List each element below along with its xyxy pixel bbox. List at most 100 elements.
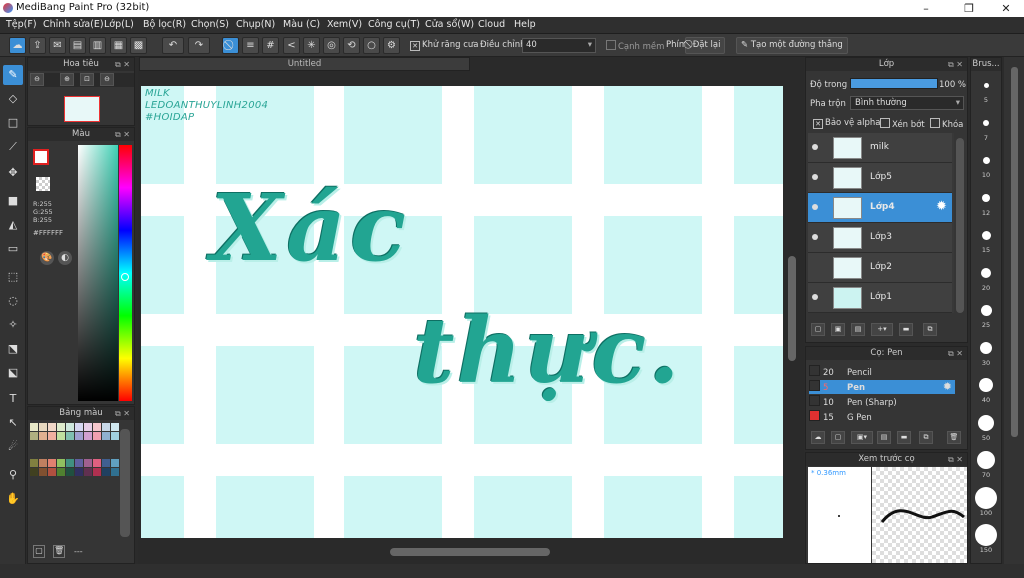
zoom-in-icon[interactable]: ⊕ [60,73,74,86]
brush-item-g-pen[interactable]: 15 G Pen [809,410,955,424]
document-tab[interactable]: Untitled [139,57,470,71]
vertical-scrollbar[interactable] [785,86,799,538]
new-8bit-layer-icon[interactable]: ▤ [851,323,865,336]
line-tool-icon[interactable]: ⟋ [3,137,23,157]
brush-item-pen[interactable]: 5 Pen ✹ [809,380,955,394]
new-swatch-icon[interactable]: ▢ [33,545,45,558]
color-swatch[interactable] [102,468,110,476]
color-swatch[interactable] [39,459,47,467]
menu-help[interactable]: Help [514,19,536,30]
foreground-color-swatch[interactable] [33,149,49,165]
eye-icon[interactable] [812,234,818,240]
eye-icon[interactable] [812,294,818,300]
brush-size-item[interactable]: 15 [971,224,1001,254]
color-swatch[interactable] [57,459,65,467]
restore-button[interactable]: ❐ [955,0,983,17]
menu-view[interactable]: Xem(V) [327,19,362,30]
color-swatch[interactable] [30,468,38,476]
right-scroll-thumb[interactable] [1011,67,1018,437]
select-tool-icon[interactable]: ⬚ [3,267,23,287]
ellipse-snap-icon[interactable]: ○ [363,37,380,54]
layer-row-5[interactable]: Lớp5 [808,163,952,193]
brush-item-pen-sharp[interactable]: 10 Pen (Sharp) [809,395,955,409]
eyedropper-tool-icon[interactable]: ⚲ [3,465,23,485]
color-swatch[interactable] [102,459,110,467]
move-tool-icon[interactable]: ✥ [3,163,23,183]
color-swatch[interactable] [93,459,101,467]
redo-icon[interactable]: ↷ [188,37,210,54]
color-swatch[interactable] [39,423,47,431]
background-color-swatch[interactable] [36,177,50,191]
folder-icon[interactable]: ▬ [897,431,911,444]
magic-wand-tool-icon[interactable]: ✧ [3,315,23,335]
horizontal-scrollbar[interactable] [141,545,783,559]
vertical-scroll-thumb[interactable] [788,256,796,361]
undock-icon[interactable]: ⧉ ✕ [115,128,130,141]
brush-size-item[interactable]: 5 [971,74,1001,104]
color-swatch[interactable] [48,423,56,431]
color-wheel-icon[interactable]: ◐ [58,251,72,265]
color-swatch[interactable] [66,459,74,467]
cross-snap-icon[interactable]: # [262,37,279,54]
duplicate-brush-icon[interactable]: ⧉ [919,431,933,444]
undock-icon[interactable]: ⧉ ✕ [115,58,130,71]
brush-size-item[interactable]: 100 [971,486,1001,517]
color-swatch[interactable] [48,432,56,440]
brush-size-item[interactable]: 25 [971,299,1001,329]
radial-snap-icon[interactable]: ✳ [303,37,320,54]
menu-window[interactable]: Cửa sổ(W) [425,19,474,30]
horizontal-scroll-thumb[interactable] [390,548,550,556]
storyboard-icon[interactable]: ▦ [110,37,127,54]
fill-rectangle-tool-icon[interactable]: ■ [3,191,23,211]
brush-item-pencil[interactable]: 20 Pencil [809,365,955,379]
lock-checkbox[interactable]: Khóa [930,118,963,130]
gear-icon[interactable]: ✹ [936,199,947,214]
menu-snap[interactable]: Chụp(N) [236,19,275,30]
clip-checkbox[interactable]: Xén bớt [880,118,925,130]
text-tool-icon[interactable]: T [3,389,23,409]
hand-tool-icon[interactable]: ✋ [3,489,23,509]
make-line-button[interactable]: ✎ Tạo một đường thẳng [736,37,848,54]
new-brush-icon[interactable]: ▢ [831,431,845,444]
trash-icon[interactable]: 🗑 [947,431,961,444]
color-swatch[interactable] [39,468,47,476]
select-pen-tool-icon[interactable]: ⬔ [3,339,23,359]
brush-size-item[interactable]: 20 [971,262,1001,292]
color-swatch[interactable] [84,432,92,440]
folder-icon[interactable]: ▬ [899,323,913,336]
layer-row-4[interactable]: Lớp4 ✹ [808,193,952,223]
menu-tools[interactable]: Công cụ(T) [368,19,420,30]
bucket-tool-icon[interactable]: ◭ [3,215,23,235]
menu-edit[interactable]: Chỉnh sửa(E) [43,19,104,30]
soft-edge-checkbox[interactable]: Cạnh mềm [606,40,664,52]
color-swatch[interactable] [66,423,74,431]
trash-icon[interactable]: 🗑 [53,545,65,558]
brush-size-item[interactable]: 10 [971,149,1001,179]
cloud-sync-icon[interactable]: ☁ [9,37,26,54]
color-swatch[interactable] [75,459,83,467]
duplicate-layer-icon[interactable]: ⧉ [923,323,937,336]
brush-size-item[interactable]: 70 [971,449,1001,479]
color-swatch[interactable] [57,432,65,440]
brush-size-item[interactable]: 30 [971,337,1001,367]
color-swatch[interactable] [30,459,38,467]
blur-tool-icon[interactable]: ☄ [3,437,23,457]
undo-icon[interactable]: ↶ [162,37,184,54]
brush-settings-icon[interactable]: ▤ [877,431,891,444]
zoom-out-icon[interactable]: ⊖ [30,73,44,86]
circle-snap-icon[interactable]: ◎ [323,37,340,54]
close-button[interactable]: ✕ [992,0,1020,17]
color-swatch[interactable] [30,432,38,440]
chat-icon[interactable]: ▤ [69,37,86,54]
color-swatch[interactable] [93,432,101,440]
eye-icon[interactable] [812,174,818,180]
new-halftone-layer-icon[interactable]: ▣ [831,323,845,336]
eye-icon[interactable] [812,204,818,210]
settings-snap-icon[interactable]: ⚙ [383,37,400,54]
menu-color[interactable]: Màu (C) [283,19,320,30]
palette-icon[interactable]: 🎨 [40,251,54,265]
brush-size-item[interactable]: 12 [971,187,1001,217]
color-swatch[interactable] [75,468,83,476]
menu-select[interactable]: Chọn(S) [191,19,229,30]
color-swatch[interactable] [30,423,38,431]
